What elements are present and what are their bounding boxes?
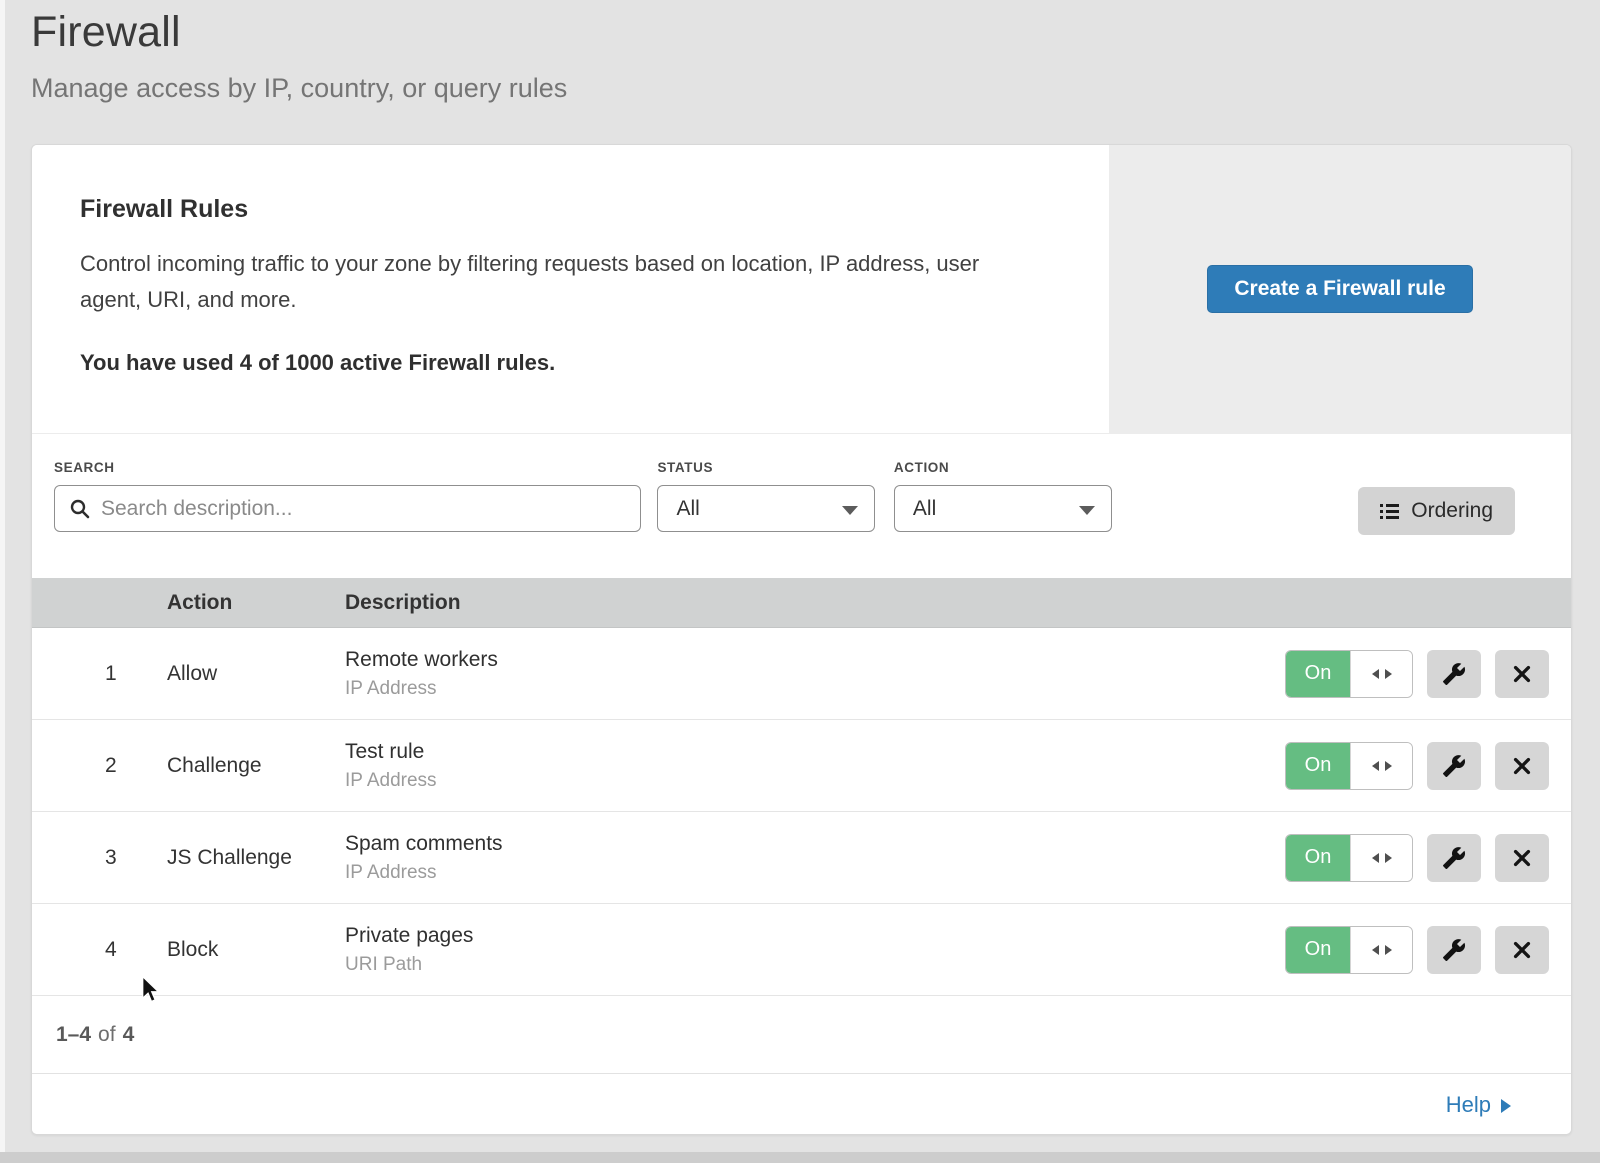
ordering-button-label: Ordering [1411,499,1493,523]
rule-match-type: URI Path [345,954,1285,976]
column-header-action: Action [167,591,345,615]
rule-match-type: IP Address [345,862,1285,884]
rule-action: Challenge [167,754,345,778]
page-title: Firewall [31,8,1600,57]
intro-text-block: Firewall Rules Control incoming traffic … [32,145,1109,433]
wrench-icon [1442,662,1466,686]
rule-action: Allow [167,662,345,686]
rule-description: Private pages [345,924,1285,948]
page-header: Firewall Manage access by IP, country, o… [0,0,1600,104]
left-right-arrows-icon [1350,927,1412,973]
chevron-down-icon [1079,506,1095,515]
left-right-arrows-icon [1350,743,1412,789]
help-link[interactable]: Help [1446,1092,1511,1118]
rule-match-type: IP Address [345,770,1285,792]
delete-rule-button[interactable] [1495,926,1549,974]
rule-controls: On [1285,834,1571,882]
window-bottom-edge [0,1152,1600,1163]
status-filter-group: STATUS All [657,460,875,532]
toggle-on-label: On [1286,651,1350,697]
table-header: Action Description [32,578,1571,628]
column-header-description: Description [345,591,1571,615]
rule-action: JS Challenge [167,846,345,870]
help-link-label: Help [1446,1092,1491,1118]
intro-usage-count: You have used 4 of 1000 active Firewall … [80,350,1049,376]
pagination-range: 1–4 [56,1023,91,1047]
wrench-icon [1442,846,1466,870]
rule-description: Spam comments [345,832,1285,856]
table-row: 4 Block Private pages URI Path On [32,904,1571,996]
rule-priority: 2 [32,754,167,778]
delete-rule-button[interactable] [1495,650,1549,698]
rule-enabled-toggle[interactable]: On [1285,650,1413,698]
action-filter-group: ACTION All [894,460,1112,532]
rule-description-cell: Test rule IP Address [345,740,1285,792]
edit-rule-button[interactable] [1427,650,1481,698]
rule-enabled-toggle[interactable]: On [1285,834,1413,882]
rule-controls: On [1285,742,1571,790]
table-row: 2 Challenge Test rule IP Address On [32,720,1571,812]
right-triangle-icon [1501,1099,1511,1113]
rule-description-cell: Private pages URI Path [345,924,1285,976]
rule-priority: 4 [32,938,167,962]
cta-panel: Create a Firewall rule [1109,145,1571,433]
action-select-value: All [913,497,936,521]
intro-description: Control incoming traffic to your zone by… [80,246,1030,318]
filters-bar: SEARCH STATUS All ACTION All [32,434,1571,578]
card-intro-section: Firewall Rules Control incoming traffic … [32,145,1571,434]
window-left-edge [0,0,5,1163]
table-row: 1 Allow Remote workers IP Address On [32,628,1571,720]
page-subtitle: Manage access by IP, country, or query r… [31,73,1600,104]
pagination-of: of [91,1023,123,1047]
rule-enabled-toggle[interactable]: On [1285,926,1413,974]
rule-description: Test rule [345,740,1285,764]
firewall-rules-card: Firewall Rules Control incoming traffic … [31,144,1572,1135]
search-input[interactable] [101,497,626,521]
pagination-total: 4 [123,1023,135,1047]
action-select[interactable]: All [894,485,1112,532]
status-select-value: All [676,497,699,521]
rule-priority: 3 [32,846,167,870]
toggle-on-label: On [1286,743,1350,789]
delete-rule-button[interactable] [1495,834,1549,882]
rule-priority: 1 [32,662,167,686]
x-icon [1511,663,1533,685]
rule-description: Remote workers [345,648,1285,672]
toggle-on-label: On [1286,835,1350,881]
wrench-icon [1442,754,1466,778]
rule-description-cell: Spam comments IP Address [345,832,1285,884]
rule-enabled-toggle[interactable]: On [1285,742,1413,790]
left-right-arrows-icon [1350,835,1412,881]
edit-rule-button[interactable] [1427,742,1481,790]
wrench-icon [1442,938,1466,962]
rule-controls: On [1285,926,1571,974]
delete-rule-button[interactable] [1495,742,1549,790]
ordered-list-icon [1380,503,1399,520]
toggle-on-label: On [1286,927,1350,973]
x-icon [1511,755,1533,777]
search-icon [69,498,91,520]
chevron-down-icon [842,506,858,515]
rule-controls: On [1285,650,1571,698]
search-label: SEARCH [54,460,641,475]
x-icon [1511,847,1533,869]
edit-rule-button[interactable] [1427,834,1481,882]
action-label: ACTION [894,460,1112,475]
status-select[interactable]: All [657,485,875,532]
create-firewall-rule-button[interactable]: Create a Firewall rule [1207,265,1472,313]
ordering-button[interactable]: Ordering [1358,487,1515,535]
help-row: Help [32,1074,1571,1135]
x-icon [1511,939,1533,961]
rule-match-type: IP Address [345,678,1285,700]
search-box[interactable] [54,485,641,532]
search-filter-group: SEARCH [54,460,641,532]
edit-rule-button[interactable] [1427,926,1481,974]
left-right-arrows-icon [1350,651,1412,697]
table-row: 3 JS Challenge Spam comments IP Address … [32,812,1571,904]
pagination-row: 1–4 of 4 [32,996,1571,1074]
rule-description-cell: Remote workers IP Address [345,648,1285,700]
status-label: STATUS [657,460,875,475]
rule-action: Block [167,938,345,962]
intro-heading: Firewall Rules [80,195,1049,224]
